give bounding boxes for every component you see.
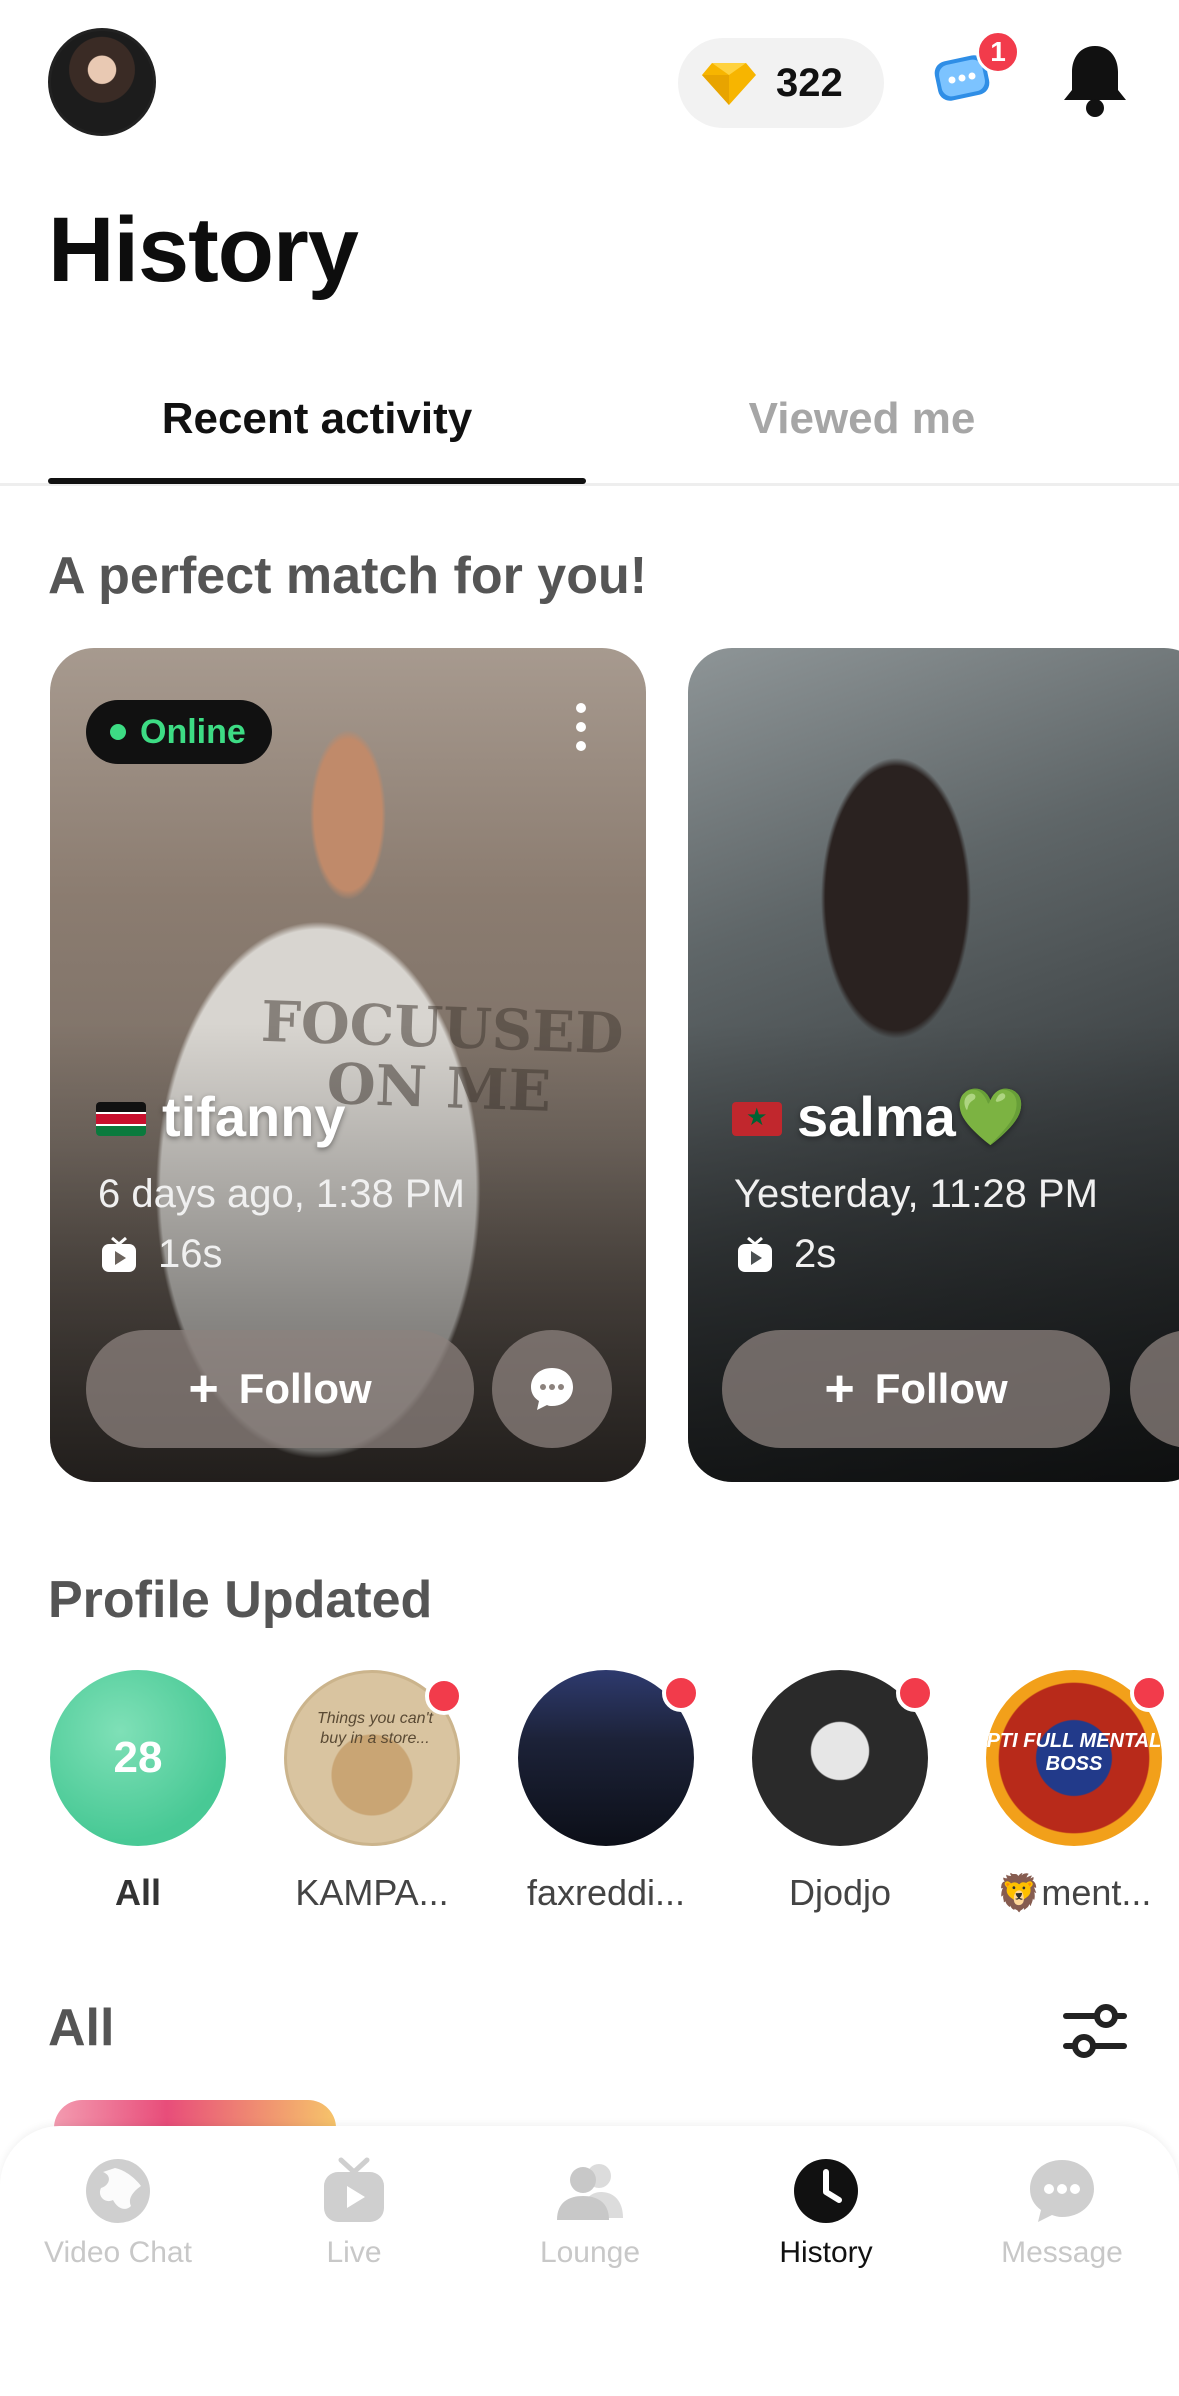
bell-icon[interactable]	[1062, 42, 1128, 118]
avatar-caption: PTI FULL MENTAL BOSS	[986, 1730, 1162, 1775]
coin-count: 322	[776, 60, 843, 105]
match-time: 6 days ago, 1:38 PM	[98, 1172, 465, 1216]
all-count: 28	[113, 1733, 163, 1782]
new-update-dot	[896, 1674, 934, 1712]
profile-update-item[interactable]: Things you can't buy in a store... KAMPA…	[282, 1670, 463, 1914]
bottom-navigation: Video Chat Live Lounge History Message	[0, 2126, 1179, 2396]
tab-recent-activity[interactable]: Recent activity	[48, 394, 586, 444]
avatar: PTI FULL MENTAL BOSS	[986, 1670, 1168, 1846]
chat-bubble-icon	[531, 1368, 573, 1410]
nav-label: Video Chat	[44, 2236, 192, 2269]
story-label: KAMPA...	[295, 1872, 449, 1913]
nav-live[interactable]: Live	[236, 2156, 472, 2270]
coin-balance-button[interactable]: 322	[678, 38, 884, 128]
match-name-text: tifanny	[162, 1085, 346, 1148]
history-tabs: Recent activity Viewed me	[0, 380, 1179, 486]
page-title: History	[48, 199, 359, 301]
follow-label: Follow	[874, 1365, 1008, 1412]
online-status-badge: Online	[86, 700, 272, 764]
globe-icon	[86, 2159, 150, 2223]
match-section-title: A perfect match for you!	[48, 547, 648, 605]
nav-label: Lounge	[539, 2236, 641, 2269]
match-name: tifanny	[162, 1084, 346, 1149]
profile-update-item[interactable]: Djodjo	[750, 1670, 934, 1914]
history-screen: 322 1 History Recent activity Viewed me …	[0, 0, 1179, 2396]
match-name: salma💚	[797, 1084, 1026, 1150]
story-label: faxreddi...	[526, 1872, 686, 1913]
nav-history[interactable]: History	[708, 2156, 944, 2270]
avatar: Things you can't buy in a store...	[284, 1670, 463, 1846]
avatar-caption: Things you can't buy in a store...	[316, 1710, 433, 1747]
match-duration: 2s	[736, 1232, 836, 1277]
follow-label: Follow	[238, 1365, 372, 1412]
tv-icon	[324, 2157, 384, 2222]
match-duration-text: 2s	[794, 1232, 837, 1276]
top-bar: 322 1	[0, 0, 1179, 180]
plus-icon: +	[824, 1360, 855, 1418]
all-section-title: All	[48, 1999, 115, 2057]
story-label: All	[114, 1872, 161, 1913]
all-count-avatar: 28	[50, 1670, 226, 1846]
more-options-icon[interactable]	[566, 700, 596, 754]
online-dot	[110, 724, 126, 740]
match-name-text: salma	[797, 1085, 956, 1148]
new-update-dot	[662, 1674, 700, 1712]
tv-icon	[738, 1236, 772, 1272]
diamond-icon	[702, 63, 756, 105]
match-time: Yesterday, 11:28 PM	[734, 1172, 1098, 1216]
profile-update-item[interactable]: PTI FULL MENTAL BOSS 🦁ment...	[984, 1670, 1168, 1914]
online-status-text: Online	[140, 712, 246, 751]
profile-update-all[interactable]: 28 All	[48, 1670, 228, 1914]
new-update-dot	[425, 1677, 463, 1715]
morocco-flag-icon	[732, 1102, 782, 1136]
story-label: Djodjo	[788, 1872, 892, 1913]
my-avatar[interactable]	[48, 28, 156, 136]
kenya-flag-icon	[96, 1102, 146, 1136]
tab-viewed-me[interactable]: Viewed me	[600, 394, 1124, 444]
green-heart-icon: 💚	[955, 1085, 1026, 1148]
follow-button[interactable]: + Follow	[722, 1330, 1110, 1448]
profile-updated-title: Profile Updated	[48, 1571, 433, 1629]
avatar	[752, 1670, 934, 1846]
nav-lounge[interactable]: Lounge	[472, 2156, 708, 2270]
tv-icon	[102, 1236, 136, 1272]
chat-unread-badge: 1	[976, 30, 1020, 74]
nav-label: History	[779, 2236, 873, 2269]
clock-icon	[794, 2159, 858, 2223]
profile-update-item[interactable]: faxreddi...	[516, 1670, 700, 1914]
match-duration: 16s	[100, 1232, 223, 1277]
nav-label: Live	[326, 2236, 382, 2269]
nav-video-chat[interactable]: Video Chat	[0, 2156, 236, 2270]
chat-bubble-icon	[1030, 2160, 1094, 2222]
active-tab-indicator	[48, 478, 586, 484]
new-update-dot	[1130, 1674, 1168, 1712]
avatar	[518, 1670, 700, 1846]
nav-message[interactable]: Message	[944, 2156, 1179, 2270]
filter-sliders-icon[interactable]	[1062, 2002, 1128, 2060]
nav-label: Message	[1001, 2236, 1123, 2269]
follow-button[interactable]: + Follow	[86, 1330, 474, 1448]
match-duration-text: 16s	[158, 1232, 223, 1276]
message-button[interactable]	[492, 1330, 612, 1448]
plus-icon: +	[188, 1360, 219, 1418]
story-label: 🦁ment...	[996, 1872, 1152, 1913]
people-icon	[557, 2164, 623, 2220]
